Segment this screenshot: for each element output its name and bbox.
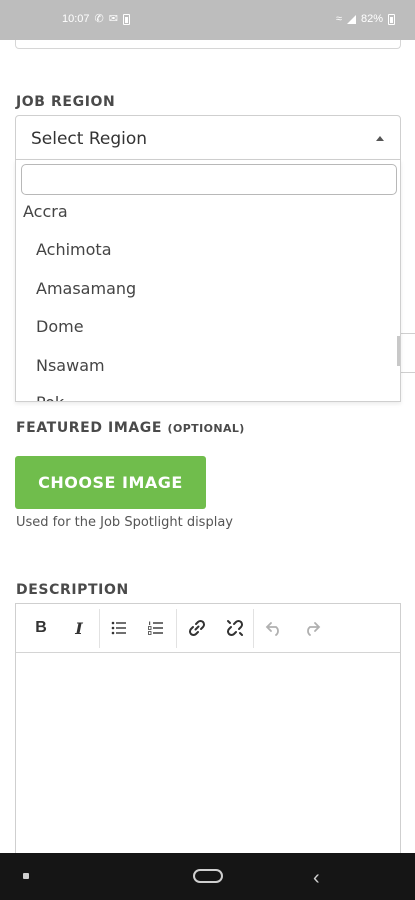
recent-apps-icon[interactable] [23, 873, 29, 879]
featured-image-label: FEATURED IMAGE (OPTIONAL) [16, 420, 245, 436]
choose-image-button[interactable]: CHOOSE IMAGE [15, 456, 206, 509]
status-time: 10:07 [62, 13, 90, 25]
italic-icon[interactable]: I [67, 616, 91, 640]
description-editor: B I [15, 603, 401, 863]
battery-icon [388, 13, 395, 25]
toolbar-separator [176, 609, 177, 648]
region-option[interactable]: Amasamang [36, 279, 136, 298]
wifi-icon: ≈ [335, 13, 342, 25]
region-option[interactable]: Nsawam [36, 356, 105, 375]
signal-icon [346, 14, 356, 24]
previous-input-field[interactable] [15, 40, 401, 49]
caret-up-icon [376, 136, 384, 141]
redo-icon[interactable] [300, 616, 324, 640]
featured-image-label-text: FEATURED IMAGE [16, 420, 163, 436]
battery-small-icon [122, 13, 130, 25]
dropdown-scrollbar[interactable] [397, 336, 400, 366]
numbered-list-icon[interactable] [144, 616, 168, 640]
region-select[interactable]: Select Region [15, 115, 401, 160]
region-option[interactable]: Dome [36, 317, 84, 336]
region-option[interactable]: Pok... [36, 393, 79, 401]
hidden-field-edge [401, 333, 415, 373]
bold-icon[interactable]: B [29, 616, 53, 640]
home-icon[interactable] [193, 869, 223, 883]
description-label: DESCRIPTION [16, 582, 129, 598]
region-select-value: Select Region [31, 129, 148, 149]
region-search-input[interactable] [21, 164, 397, 195]
region-dropdown: Accra Achimota Amasamang Dome Nsawam Pok… [15, 160, 401, 402]
link-icon[interactable] [185, 616, 209, 640]
featured-image-help: Used for the Job Spotlight display [16, 515, 233, 530]
status-right: ≈ 82% [336, 13, 395, 25]
status-bar: 10:07 ✆ ✉ ≈ 82% [0, 0, 415, 40]
navigation-bar: ‹ [0, 853, 415, 900]
editor-content-area[interactable] [16, 654, 400, 862]
unlink-icon[interactable] [223, 616, 247, 640]
undo-icon[interactable] [262, 616, 286, 640]
toolbar-separator [99, 609, 100, 648]
toolbar-separator [253, 609, 254, 648]
bullet-list-icon[interactable] [107, 616, 131, 640]
job-region-label: JOB REGION [16, 94, 116, 110]
status-left: 10:07 ✆ ✉ [62, 13, 130, 25]
back-icon[interactable]: ‹ [313, 867, 320, 890]
featured-image-optional: (OPTIONAL) [167, 422, 245, 435]
whatsapp-icon: ✆ [94, 13, 104, 25]
region-option[interactable]: Achimota [36, 240, 112, 259]
region-group-label: Accra [23, 202, 68, 221]
editor-toolbar: B I [16, 604, 400, 653]
mail-icon: ✉ [108, 13, 118, 25]
battery-percent: 82% [360, 13, 383, 25]
